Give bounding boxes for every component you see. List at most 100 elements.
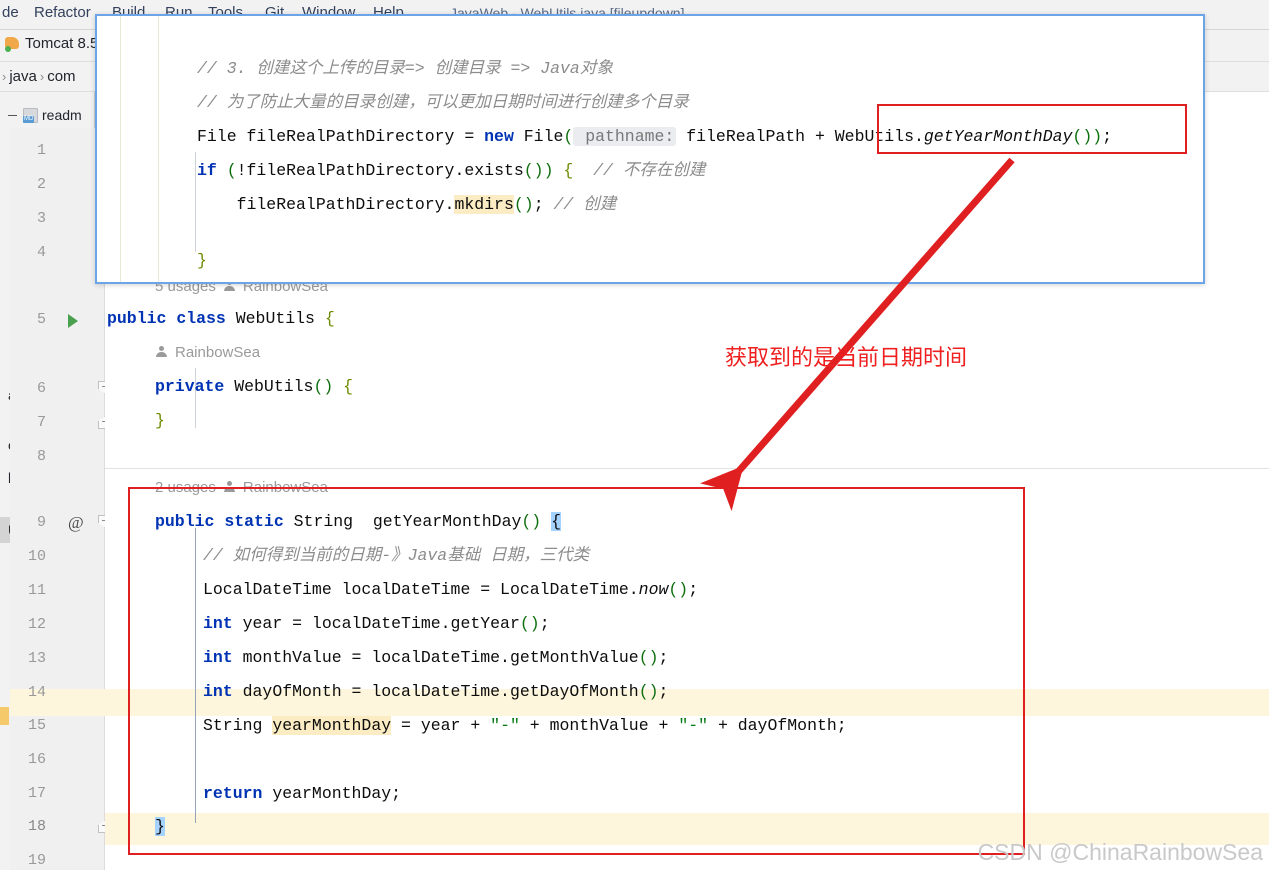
- menu-refactor[interactable]: Refactor: [34, 4, 91, 21]
- code-token: String: [203, 716, 273, 735]
- person-icon: [223, 481, 236, 494]
- code-token: now: [638, 580, 669, 599]
- line-number: 12: [27, 616, 46, 633]
- code-token: {: [551, 512, 562, 531]
- code-token: WebUtils: [225, 309, 325, 328]
- quick-definition-popup[interactable]: // 3. 创建这个上传的目录=> 创建目录 => Java对象 // 为了防止大…: [95, 14, 1205, 284]
- code-line[interactable]: // 3. 创建这个上传的目录=> 创建目录 => Java对象: [197, 60, 613, 78]
- code-token: ): [543, 161, 554, 180]
- run-configuration-label: Tomcat 8.5: [25, 35, 99, 52]
- line-number: 3: [36, 210, 46, 227]
- code-line-stmt-yearmonthday[interactable]: String yearMonthDay = year + "-" + month…: [203, 716, 847, 735]
- code-token: class: [176, 309, 226, 328]
- code-token: dayOfMonth = localDateTime.getDayOfMonth: [232, 682, 639, 701]
- code-token: (): [638, 682, 659, 701]
- code-token: File: [197, 127, 237, 146]
- code-token: (): [313, 377, 334, 396]
- code-token: static: [224, 512, 284, 531]
- code-token: (): [523, 161, 544, 180]
- line-number: 1: [36, 142, 46, 159]
- code-line-ctor-decl[interactable]: private WebUtils() {: [155, 378, 353, 396]
- code-token: // 如何得到当前的日期-》Java基础 日期，三代类: [203, 546, 590, 565]
- popup-gutter-line-1: [120, 16, 121, 282]
- code-token: getYearMonthDay: [923, 127, 1073, 146]
- code-line[interactable]: File fileRealPathDirectory = new File( p…: [197, 127, 1113, 146]
- code-token: // 创建: [543, 195, 617, 214]
- code-token: {: [324, 309, 335, 328]
- editor-gutter[interactable]: 1 2 3 4 5 6 7 8 9 10 11 12 13 14 15 16 1…: [10, 128, 113, 870]
- line-number: 14: [27, 684, 46, 701]
- line-number: 8: [36, 448, 46, 465]
- breadcrumb-item-java[interactable]: java: [9, 68, 37, 85]
- code-line-ctor-close[interactable]: }: [155, 412, 165, 430]
- code-token: fileRealPath +: [676, 127, 835, 146]
- code-line-class-decl[interactable]: public class WebUtils {: [107, 310, 335, 328]
- code-line-method-decl[interactable]: public static String getYearMonthDay() {: [155, 512, 562, 531]
- code-token: pathname:: [573, 127, 677, 146]
- breadcrumb-item-com[interactable]: com: [47, 68, 75, 85]
- code-token: public: [155, 512, 215, 531]
- line-number: 16: [27, 751, 46, 768]
- inlay-author-constructor[interactable]: RainbowSea: [155, 344, 260, 361]
- line-number: 19: [27, 852, 46, 869]
- inlay-usages-method[interactable]: 2 usages RainbowSea: [155, 479, 328, 496]
- annotation-marker-icon: @: [68, 513, 84, 532]
- code-token: int: [203, 614, 233, 633]
- collapse-icon[interactable]: [8, 114, 17, 116]
- code-line[interactable]: fileRealPathDirectory.mkdirs(); // 创建: [197, 195, 617, 214]
- code-token: // 为了防止大量的目录创建，可以更加日期时间进行创建多个目录: [197, 93, 689, 112]
- code-token: String getYearMonthDay: [283, 512, 522, 531]
- code-token: "-": [678, 716, 709, 735]
- line-number: 4: [36, 244, 46, 261]
- code-token: int: [203, 648, 233, 667]
- code-token: {: [343, 377, 354, 396]
- code-token: ;: [688, 580, 699, 599]
- code-token: (: [226, 161, 237, 180]
- code-token: monthValue = localDateTime.getMonthValue: [232, 648, 639, 667]
- code-line-stmt-return[interactable]: return yearMonthDay;: [203, 785, 401, 803]
- code-token: yearMonthDay;: [262, 784, 402, 803]
- code-token: // 不存在创建: [573, 161, 706, 180]
- breadcrumb-separator-icon: ›: [2, 69, 7, 84]
- code-token: WebUtils.: [834, 127, 924, 146]
- breadcrumb-separator-icon-2: ›: [39, 69, 45, 84]
- code-line-stmt-dayofmonth[interactable]: int dayOfMonth = localDateTime.getDayOfM…: [203, 683, 668, 701]
- code-token: // 3. 创建这个上传的目录=> 创建目录 => Java对象: [197, 59, 613, 78]
- code-line[interactable]: // 为了防止大量的目录创建，可以更加日期时间进行创建多个目录: [197, 94, 689, 112]
- code-token: ;: [533, 195, 544, 214]
- error-stripe-marker[interactable]: [0, 707, 9, 725]
- code-token: (: [563, 127, 574, 146]
- code-token: = year +: [391, 716, 491, 735]
- run-configuration-selector[interactable]: Tomcat 8.5: [4, 35, 98, 52]
- code-line-method-comment[interactable]: // 如何得到当前的日期-》Java基础 日期，三代类: [203, 547, 589, 565]
- code-line-stmt-year[interactable]: int year = localDateTime.getYear();: [203, 615, 550, 633]
- line-number: 7: [36, 414, 46, 431]
- run-method-icon[interactable]: [68, 314, 78, 328]
- code-token: fileRealPathDirectory =: [236, 127, 485, 146]
- indent-guide-active: [195, 528, 196, 823]
- code-line-stmt-localdatetime[interactable]: LocalDateTime localDateTime = LocalDateT…: [203, 581, 698, 599]
- code-token: }: [155, 411, 165, 430]
- usages-count: 2 usages: [155, 479, 216, 496]
- code-token: ): [1092, 127, 1103, 146]
- line-number: 15: [27, 717, 46, 734]
- ide-window: de Refactor Build Run Tools Git Window H…: [0, 0, 1269, 870]
- author-name: RainbowSea: [242, 479, 328, 496]
- code-token: ;: [658, 682, 669, 701]
- code-line-stmt-monthvalue[interactable]: int monthValue = localDateTime.getMonthV…: [203, 649, 668, 667]
- watermark: CSDN @ChinaRainbowSea: [977, 839, 1263, 865]
- code-line-method-close[interactable]: }: [155, 817, 165, 836]
- list-item[interactable]: readm: [0, 102, 94, 128]
- menu-code[interactable]: de: [2, 4, 19, 21]
- author-name: RainbowSea: [175, 344, 261, 361]
- line-number: 5: [36, 311, 46, 328]
- person-icon: [155, 346, 168, 359]
- code-token: ;: [1102, 127, 1113, 146]
- code-line[interactable]: }: [197, 252, 207, 270]
- code-line[interactable]: if (!fileRealPathDirectory.exists()) { /…: [197, 162, 705, 180]
- markdown-file-icon: [23, 107, 38, 123]
